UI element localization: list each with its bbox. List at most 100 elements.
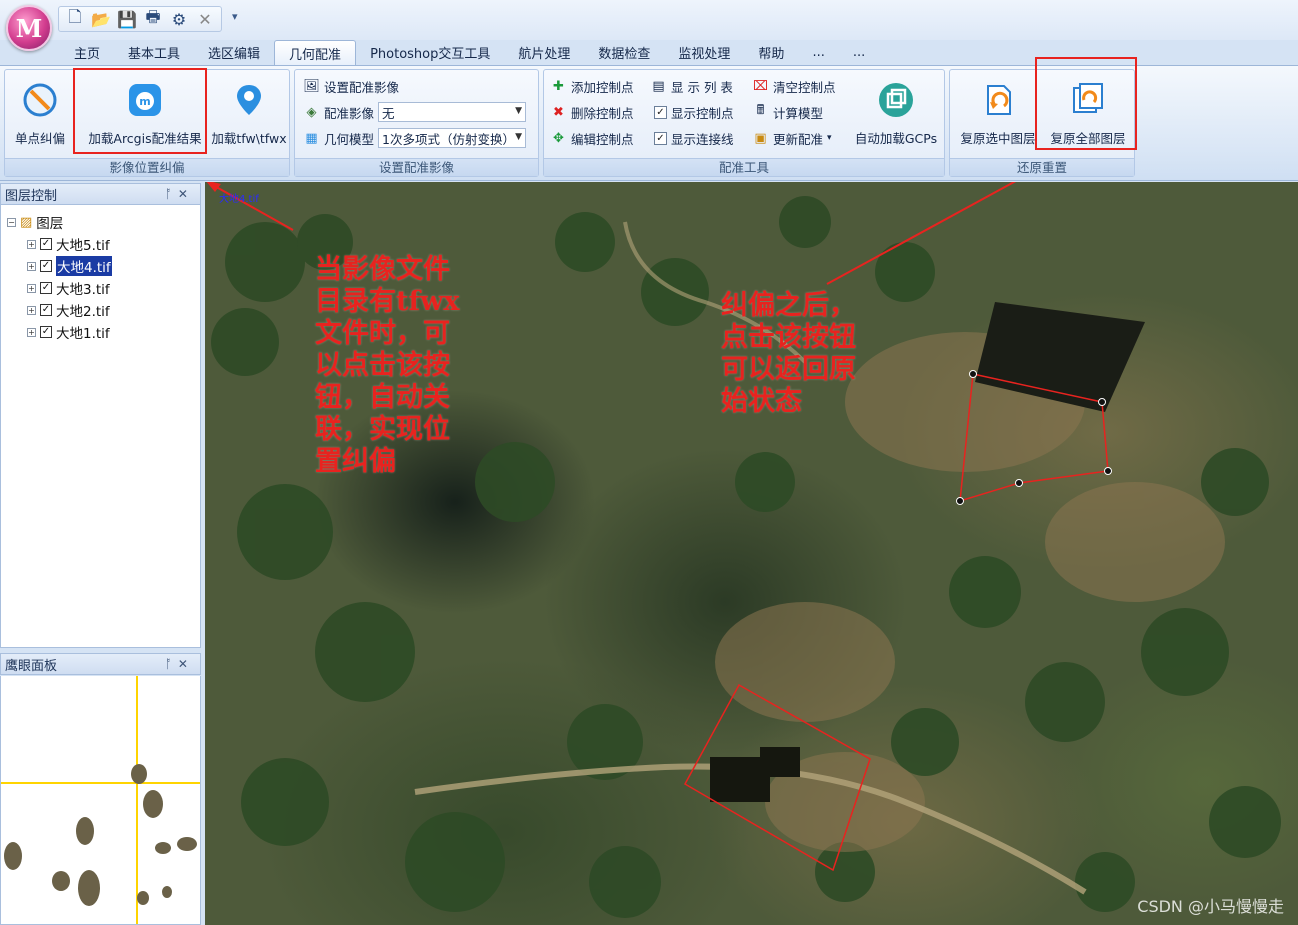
show-list-button[interactable]: ▤ 显 示 列 表 (650, 75, 733, 97)
update-icon: ▣ (754, 130, 767, 146)
edit-control-point-label: 编辑控制点 (571, 131, 634, 147)
expand-icon[interactable]: + (27, 261, 36, 271)
layer-checkbox[interactable]: ✓ (40, 238, 52, 250)
show-links-checkbox[interactable]: ✓ (654, 131, 667, 145)
map-layer-label: 大地4.tif (219, 194, 259, 205)
delete-point-icon: ✖ (553, 104, 564, 120)
registration-image-value: 无 (382, 105, 395, 121)
layer-checkbox[interactable]: ✓ (40, 282, 52, 294)
tab-aerial-processing[interactable]: 航片处理 (504, 40, 584, 65)
update-registration-button[interactable]: ▣ 更新配准 ▾ (752, 127, 832, 149)
add-control-point-label: 添加控制点 (571, 79, 634, 95)
edit-control-point-button[interactable]: ✥ 编辑控制点 (550, 127, 634, 149)
svg-text:m: m (139, 95, 150, 108)
open-folder-icon[interactable]: 📂 (89, 8, 113, 30)
arcgis-icon: m (125, 80, 165, 120)
app-logo[interactable]: M (6, 5, 52, 51)
save-icon[interactable]: 💾 (115, 8, 139, 30)
layer-item[interactable]: + ✓ 大地5.tif (27, 234, 110, 254)
show-control-points-toggle[interactable]: ✓ 显示控制点 (654, 101, 734, 123)
show-list-label: 显 示 列 表 (671, 79, 733, 95)
geometric-model-select[interactable]: 1次多项式（仿射变换） ▼ (378, 128, 527, 148)
tab-more-1[interactable]: ... (798, 40, 838, 65)
close-icon[interactable]: ✕ (193, 8, 217, 30)
annotation-left: 当影像文件 目录有tfwx 文件时，可 以点击该按 钮，自动关 联，实现位 置纠… (315, 254, 460, 477)
eagle-panel-header: 鹰眼面板 ᚩ✕ (0, 653, 201, 675)
calculate-model-button[interactable]: 🖩 计算模型 (752, 101, 823, 123)
tab-photoshop-tools[interactable]: Photoshop交互工具 (356, 40, 504, 65)
dropdown-arrow-icon[interactable]: ▾ (827, 133, 832, 143)
panel-pin-close-icon[interactable]: ᚩ✕ (165, 657, 194, 671)
delete-control-point-button[interactable]: ✖ 删除控制点 (550, 101, 634, 123)
layer-checkbox[interactable]: ✓ (40, 304, 52, 316)
ribbon-tabs: 主页 基本工具 选区编辑 几何配准 Photoshop交互工具 航片处理 数据检… (60, 40, 879, 65)
restore-selected-icon (978, 80, 1018, 120)
group-label-restore: 还原重置 (950, 158, 1134, 176)
load-tfw-button[interactable]: 加载tfw\tfwx (209, 74, 289, 158)
tab-more-2[interactable]: ... (839, 40, 879, 65)
clear-control-points-label: 清空控制点 (773, 79, 836, 95)
tab-help[interactable]: 帮助 (744, 40, 798, 65)
layer-item[interactable]: + ✓ 大地3.tif (27, 278, 110, 298)
show-links-toggle[interactable]: ✓ 显示连接线 (654, 127, 734, 149)
load-arcgis-button[interactable]: m 加载Arcgis配准结果 (81, 74, 209, 158)
expand-icon[interactable]: + (27, 327, 36, 337)
restore-selected-layer-button[interactable]: 复原选中图层 (952, 74, 1044, 158)
quick-access-toolbar: 🗋 📂 💾 🖶 ⚙ ✕ (58, 6, 222, 32)
tab-geo-registration[interactable]: 几何配准 (274, 40, 357, 65)
gear-icon[interactable]: ⚙ (167, 8, 191, 30)
tab-home[interactable]: 主页 (60, 40, 114, 65)
layer-item[interactable]: + ✓ 大地1.tif (27, 322, 110, 342)
table-icon: ▤ (652, 78, 665, 94)
layer-checkbox[interactable]: ✓ (40, 260, 52, 272)
panel-pin-close-icon[interactable]: ᚩ✕ (165, 187, 194, 201)
registration-image-select[interactable]: 无 ▼ (378, 102, 527, 122)
eagle-eye-view[interactable] (0, 676, 201, 925)
layer-item-selected[interactable]: + ✓ 大地4.tif (27, 256, 112, 276)
group-registration-tools: ✚ 添加控制点 ✖ 删除控制点 ✥ 编辑控制点 ▤ 显 示 列 表 ✓ 显示控制… (543, 69, 945, 177)
group-label-set-image: 设置配准影像 (295, 158, 538, 176)
print-icon[interactable]: 🖶 (141, 7, 165, 30)
restore-all-layers-button[interactable]: 复原全部图层 (1044, 74, 1132, 158)
image-icon: 🖼 (303, 78, 320, 94)
auto-load-gcps-button[interactable]: 自动加载GCPs (848, 74, 944, 158)
registration-image-row: ◈ 配准影像 无 ▼ (303, 101, 527, 123)
qat-customize-icon[interactable]: ▾ (232, 10, 238, 23)
map-canvas[interactable]: 大地4.tif 当影像文件 目录有tfwx 文件时，可 以点击该按 钮，自动关 … (205, 182, 1298, 925)
single-rectify-button[interactable]: 单点纠偏 (7, 74, 73, 158)
tree-root[interactable]: − ▨ 图层 (7, 212, 63, 232)
layer-item[interactable]: + ✓ 大地2.tif (27, 300, 110, 320)
layer-label: 大地1.tif (56, 326, 110, 342)
new-file-icon[interactable]: 🗋 (63, 7, 87, 30)
overview-map (1, 676, 200, 924)
geometric-model-value: 1次多项式（仿射变换） (382, 131, 515, 147)
calculator-icon: 🖩 (756, 103, 765, 118)
add-control-point-button[interactable]: ✚ 添加控制点 (550, 75, 634, 97)
layer-checkbox[interactable]: ✓ (40, 326, 52, 338)
clear-control-points-button[interactable]: ⌧ 清空控制点 (752, 75, 836, 97)
tab-selection-edit[interactable]: 选区编辑 (194, 40, 274, 65)
tree-root-label: 图层 (36, 216, 64, 232)
collapse-icon[interactable]: − (7, 217, 16, 227)
tab-basic-tools[interactable]: 基本工具 (114, 40, 194, 65)
tab-data-check[interactable]: 数据检查 (584, 40, 664, 65)
expand-icon[interactable]: + (27, 283, 36, 293)
show-control-points-checkbox[interactable]: ✓ (654, 105, 667, 119)
group-label-tools: 配准工具 (544, 158, 944, 176)
group-image-rectify: 单点纠偏 m 加载Arcgis配准结果 加载tfw\tfwx 影像位置纠偏 (4, 69, 290, 177)
tab-monitor-processing[interactable]: 监视处理 (664, 40, 744, 65)
set-registration-image-button[interactable]: 🖼 设置配准影像 (303, 75, 399, 97)
grid-model-icon: ▦ (305, 130, 318, 146)
auto-load-gcps-label: 自动加载GCPs (854, 131, 938, 146)
location-pin-icon (229, 80, 269, 120)
layer-tree: − ▨ 图层 + ✓ 大地5.tif + ✓ 大地4.tif + ✓ 大地3.t… (0, 205, 201, 648)
layer-label: 大地5.tif (56, 238, 110, 254)
layers-icon: ▨ (20, 214, 33, 230)
expand-icon[interactable]: + (27, 305, 36, 315)
edit-point-icon: ✥ (553, 130, 564, 146)
expand-icon[interactable]: + (27, 239, 36, 249)
show-control-points-label: 显示控制点 (671, 105, 734, 121)
annotation-right: 纠偏之后， 点击该按钮 可以返回原 始状态 (721, 290, 856, 417)
delete-control-point-label: 删除控制点 (571, 105, 634, 121)
set-registration-image-label: 设置配准影像 (324, 79, 400, 95)
